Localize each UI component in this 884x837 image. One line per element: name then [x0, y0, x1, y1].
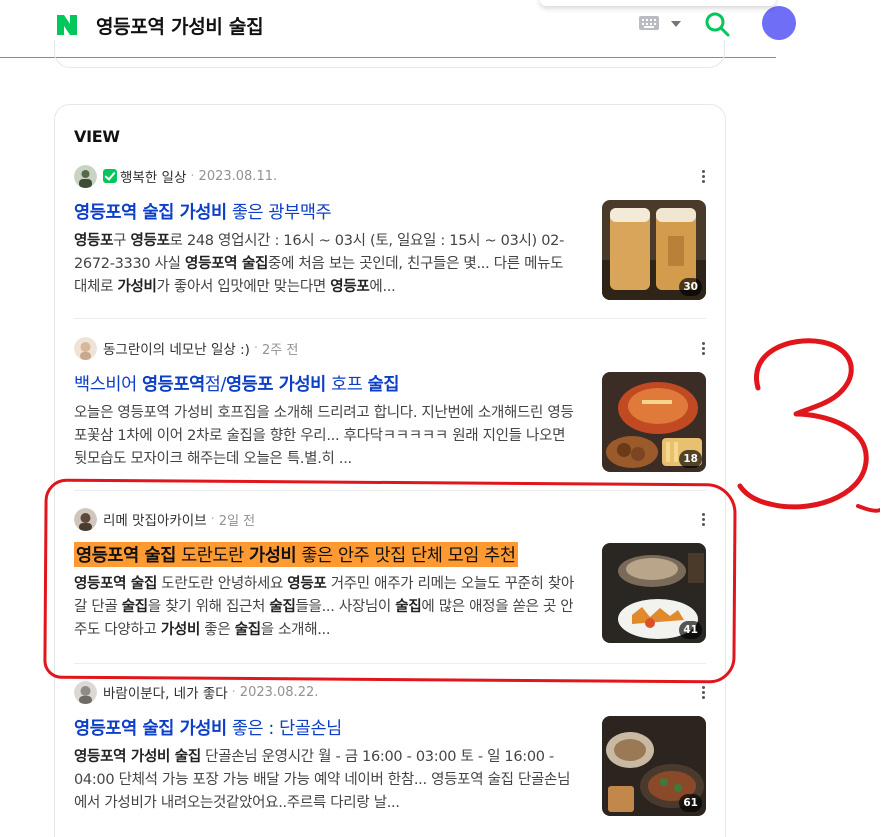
photo-count-badge: 18 — [679, 450, 702, 468]
photo-count-badge: 61 — [679, 794, 702, 812]
author-avatar[interactable] — [74, 336, 97, 360]
author-name[interactable]: 리메 맛집아카이브 — [103, 509, 207, 529]
annotation-number-three: 3 — [730, 330, 880, 513]
text-segment: 구 — [113, 233, 131, 249]
bold-keyword: 영등포역 술집 가성비 — [74, 719, 227, 739]
author-name[interactable]: 동그란이의 네모난 일상 :) — [103, 338, 250, 358]
text-segment: 호프 — [325, 375, 368, 395]
post-title[interactable]: 백스비어 영등포역점/영등포 가성비 호프 술집 — [74, 371, 399, 396]
post-title[interactable]: 영등포역 술집 가성비 좋은 광부맥주 — [74, 199, 332, 224]
author-name[interactable]: 행복한 일상 — [120, 166, 186, 186]
search-query[interactable]: 영등포역 가성비 술집 — [96, 12, 264, 39]
separator-dot: · — [190, 168, 195, 184]
user-avatar[interactable] — [762, 6, 796, 40]
popup-edge — [540, 0, 776, 6]
bold-keyword: 가성비 — [117, 279, 157, 295]
bold-keyword: 영등포 — [330, 279, 370, 295]
list-item: 행복한 일상 · 2023.08.11. 영등포역 술집 가성비 좋은 광부맥주… — [74, 164, 706, 304]
post-date: 2일 전 — [218, 513, 256, 529]
naver-logo-icon[interactable] — [55, 13, 79, 37]
bold-keyword: 영등포 — [74, 233, 114, 249]
divider — [74, 318, 706, 319]
more-options-icon[interactable] — [702, 513, 706, 527]
bold-keyword: 술집 — [234, 622, 261, 638]
author-avatar[interactable] — [74, 164, 97, 188]
bold-keyword: 술집 — [269, 599, 296, 615]
author-avatar[interactable] — [74, 680, 97, 704]
bold-keyword: 영등포역 — [141, 375, 205, 395]
text-segment: 좋은 광부맥주 — [226, 203, 332, 223]
bold-keyword: 영등포 — [130, 233, 170, 249]
author-name[interactable]: 바람이분다, 네가 좋다 — [103, 682, 228, 702]
text-segment: 점/ — [204, 375, 227, 395]
bold-keyword: 영등포역 술집 — [185, 256, 269, 272]
post-meta: 리메 맛집아카이브 · 2일 전 — [74, 507, 255, 531]
text-segment: 에... — [369, 279, 396, 295]
search-icon[interactable] — [703, 10, 731, 38]
text-segment: 도란도란 — [175, 546, 250, 566]
more-options-icon[interactable] — [702, 342, 706, 356]
post-description[interactable]: 영등포구 영등포로 248 영업시간 : 16시 ~ 03시 (토, 일요일 :… — [74, 230, 580, 299]
separator-dot: · — [210, 511, 215, 527]
separator-dot: · — [231, 684, 236, 700]
previous-section-box — [54, 40, 725, 68]
text-segment: 백스비어 — [74, 375, 142, 395]
section-title: VIEW — [74, 127, 120, 146]
photo-count-badge: 41 — [679, 621, 702, 639]
verified-icon — [103, 169, 117, 183]
separator-dot: · — [253, 340, 259, 356]
bold-keyword: 술집 — [121, 599, 148, 615]
text-segment: 들을... 사장님이 — [295, 599, 396, 615]
list-item: 리메 맛집아카이브 · 2일 전 영등포역 술집 도란도란 가성비 좋은 안주 … — [74, 507, 706, 647]
bold-keyword: 영등포 가성비 — [225, 375, 326, 395]
post-date: 2023.08.22. — [239, 684, 319, 700]
bold-keyword: 영등포역 술집 가성비 — [74, 203, 227, 223]
post-thumbnail[interactable]: 61 — [602, 716, 706, 816]
more-options-icon[interactable] — [702, 686, 706, 700]
annotation-label: 3 — [730, 330, 740, 334]
keyboard-icon[interactable] — [639, 16, 659, 30]
text-segment: 좋은 : 단골손님 — [226, 719, 342, 739]
photo-count-badge: 30 — [679, 278, 702, 296]
text-segment: 을 찾기 위해 집근처 — [147, 599, 270, 615]
post-meta: 동그란이의 네모난 일상 :) · 2주 전 — [74, 336, 298, 360]
list-item: 동그란이의 네모난 일상 :) · 2주 전 백스비어 영등포역점/영등포 가성… — [74, 336, 706, 476]
chevron-down-icon[interactable] — [671, 21, 681, 27]
text-segment: 좋은 — [199, 622, 235, 638]
post-title[interactable]: 영등포역 술집 가성비 좋은 : 단골손님 — [74, 715, 342, 740]
bold-keyword: 술집 — [367, 375, 400, 395]
divider — [74, 663, 706, 664]
post-meta: 행복한 일상 · 2023.08.11. — [74, 164, 277, 188]
post-title-highlighted[interactable]: 영등포역 술집 도란도란 가성비 좋은 안주 맛집 단체 모임 추천 — [74, 542, 518, 567]
post-description[interactable]: 영등포역 술집 도란도란 안녕하세요 영등포 거주민 애주가 리메는 오늘도 꾸… — [74, 573, 580, 642]
bold-keyword: 가성비 — [160, 622, 200, 638]
post-description[interactable]: 영등포역 가성비 술집 단골손님 운영시간 월 - 금 16:00 - 03:0… — [74, 746, 580, 815]
text-segment: 도란도란 안녕하세요 — [157, 576, 288, 592]
post-thumbnail[interactable]: 30 — [602, 200, 706, 300]
bold-keyword: 영등포역 술집 — [76, 546, 176, 566]
bold-keyword: 영등포역 술집 — [74, 576, 157, 592]
bold-keyword: 영등포 — [287, 576, 327, 592]
post-date: 2주 전 — [262, 342, 299, 358]
bold-keyword: 가성비 — [249, 546, 297, 566]
text-segment: 좋은 안주 맛집 단체 모임 추천 — [296, 546, 516, 566]
text-segment: 을 소개해... — [260, 622, 331, 638]
bold-keyword: 영등포역 가성비 술집 — [74, 749, 201, 765]
more-options-icon[interactable] — [702, 170, 706, 184]
text-segment: 가 좋아서 입맛에만 맞는다면 — [156, 279, 331, 295]
divider — [74, 490, 706, 491]
post-date: 2023.08.11. — [198, 168, 278, 184]
post-meta: 바람이분다, 네가 좋다 · 2023.08.22. — [74, 680, 318, 704]
author-avatar[interactable] — [74, 507, 97, 531]
bold-keyword: 술집 — [395, 599, 422, 615]
post-thumbnail[interactable]: 18 — [602, 372, 706, 472]
post-description[interactable]: 오늘은 영등포역 가성비 호프집을 소개해 드리려고 합니다. 지난번에 소개해… — [74, 402, 580, 471]
text-segment: 오늘은 영등포역 가성비 호프집을 소개해 드리려고 합니다. 지난번에 소개해… — [74, 405, 574, 467]
list-item: 바람이분다, 네가 좋다 · 2023.08.22. 영등포역 술집 가성비 좋… — [74, 680, 706, 830]
post-thumbnail[interactable]: 41 — [602, 543, 706, 643]
